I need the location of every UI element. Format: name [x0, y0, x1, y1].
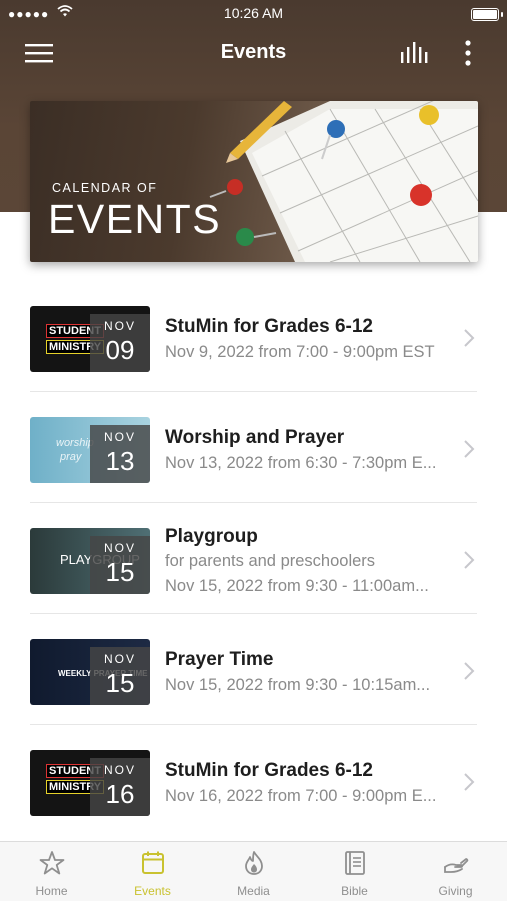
event-thumbnail: PLAYGROUP NOV 15	[30, 528, 150, 594]
event-month: NOV	[103, 763, 136, 777]
star-icon	[39, 851, 65, 875]
thumbnail-art-text: worship	[56, 437, 94, 449]
event-title: StuMin for Grades 6-12	[165, 760, 373, 781]
event-row[interactable]: worship pray NOV 13 Worship and Prayer N…	[0, 393, 507, 503]
tab-home[interactable]: Home	[1, 842, 102, 901]
more-options-button[interactable]	[455, 36, 481, 70]
event-title: Prayer Time	[165, 649, 274, 670]
event-row[interactable]: STUDENT MINISTRY NOV 16 StuMin for Grade…	[0, 726, 507, 836]
chevron-right-icon	[464, 440, 475, 458]
event-date-badge: NOV 16	[90, 758, 150, 816]
event-month: NOV	[103, 652, 136, 666]
event-day: 16	[105, 779, 135, 809]
status-time: 10:26 AM	[223, 5, 284, 21]
event-month: NOV	[103, 541, 136, 555]
row-divider	[30, 613, 477, 614]
giving-hand-icon	[444, 858, 469, 873]
chevron-right-icon	[464, 773, 475, 791]
event-thumbnail: WEEKLY PRAYER TIME NOV 15	[30, 639, 150, 705]
bottom-tab-bar: Home Events Media Bible Giving	[0, 841, 507, 901]
stats-button[interactable]	[396, 38, 434, 68]
more-vertical-icon	[465, 40, 471, 66]
event-datetime: Nov 9, 2022 from 7:00 - 9:00pm EST	[165, 343, 435, 361]
event-month: NOV	[103, 430, 136, 444]
tab-giving[interactable]: Giving	[405, 842, 506, 901]
chevron-right-icon	[464, 662, 475, 680]
event-date-badge: NOV 09	[90, 314, 150, 372]
event-day: 13	[105, 446, 135, 476]
event-thumbnail: worship pray NOV 13	[30, 417, 150, 483]
event-day: 15	[105, 557, 135, 587]
event-datetime: Nov 15, 2022 from 9:30 - 11:00am...	[165, 577, 429, 595]
event-day: 15	[105, 668, 135, 698]
row-divider	[30, 391, 477, 392]
thumbnail-art-text: pray	[60, 451, 82, 463]
event-date-badge: NOV 15	[90, 536, 150, 594]
tab-events[interactable]: Events	[102, 842, 203, 901]
tab-label: Giving	[438, 884, 473, 898]
row-divider	[30, 724, 477, 725]
event-date-badge: NOV 15	[90, 647, 150, 705]
status-bar: ●●●●● 10:26 AM	[0, 0, 507, 28]
event-row[interactable]: STUDENT MINISTRY NOV 09 StuMin for Grade…	[0, 282, 507, 392]
navigation-bar: Events	[0, 30, 507, 76]
banner-headline: EVENTS	[48, 196, 222, 242]
row-divider	[30, 502, 477, 503]
tab-label: Events	[134, 884, 171, 898]
event-row[interactable]: PLAYGROUP NOV 15 Playgroup for parents a…	[0, 504, 507, 614]
tab-label: Bible	[341, 884, 368, 898]
banner-kicker: CALENDAR OF	[52, 181, 158, 195]
event-datetime: Nov 13, 2022 from 6:30 - 7:30pm E...	[165, 454, 437, 472]
events-banner: CALENDAR OF EVENTS	[30, 101, 478, 262]
event-thumbnail: STUDENT MINISTRY NOV 09	[30, 306, 150, 372]
bar-chart-icon	[401, 42, 428, 63]
event-subtitle: for parents and preschoolers	[165, 552, 376, 570]
battery-icon	[471, 8, 503, 21]
event-thumbnail: STUDENT MINISTRY NOV 16	[30, 750, 150, 816]
event-day: 09	[105, 335, 135, 365]
chevron-right-icon	[464, 329, 475, 347]
tab-media[interactable]: Media	[203, 842, 304, 901]
event-row[interactable]: WEEKLY PRAYER TIME NOV 15 Prayer Time No…	[0, 615, 507, 725]
flame-icon	[245, 851, 263, 875]
tab-label: Home	[35, 884, 68, 898]
book-icon	[345, 851, 365, 875]
event-month: NOV	[103, 319, 136, 333]
event-datetime: Nov 16, 2022 from 7:00 - 9:00pm E...	[165, 787, 437, 805]
event-title: Worship and Prayer	[165, 427, 345, 448]
event-datetime: Nov 15, 2022 from 9:30 - 10:15am...	[165, 676, 431, 694]
event-title: StuMin for Grades 6-12	[165, 316, 373, 337]
chevron-right-icon	[464, 551, 475, 569]
event-date-badge: NOV 13	[90, 425, 150, 483]
event-title: Playgroup	[165, 526, 258, 547]
tab-label: Media	[237, 884, 270, 898]
calendar-icon	[142, 851, 164, 874]
tab-bible[interactable]: Bible	[304, 842, 405, 901]
